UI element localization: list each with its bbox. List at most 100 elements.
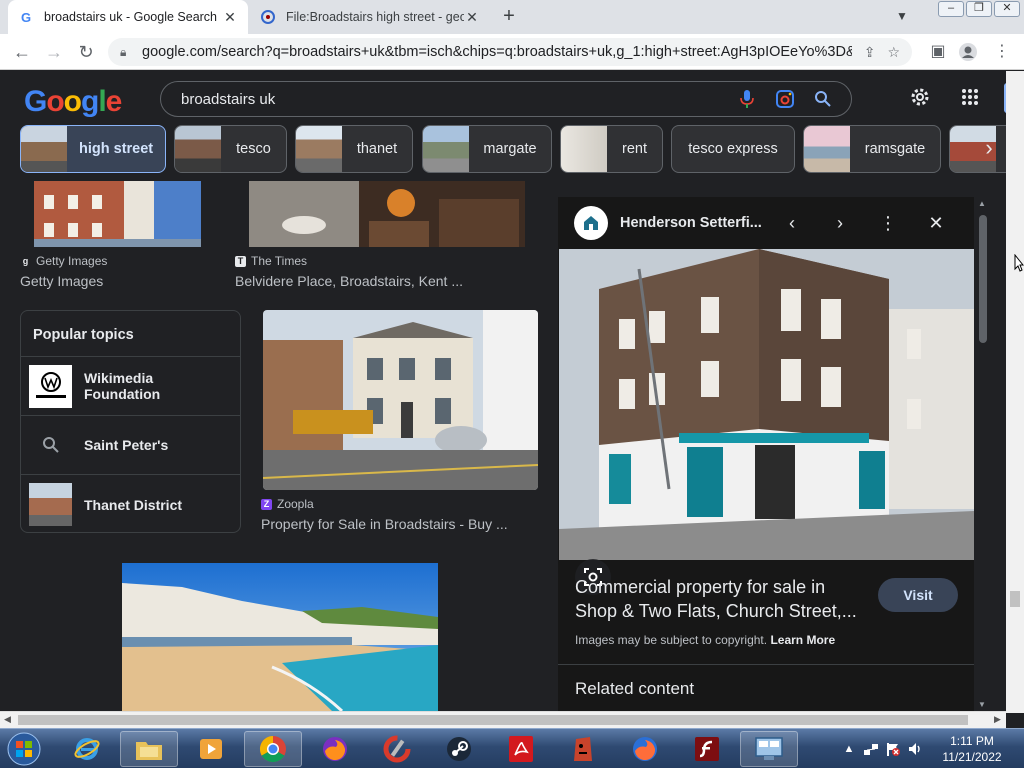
- network-icon[interactable]: [862, 740, 880, 758]
- visit-button[interactable]: Visit: [878, 578, 958, 612]
- internet-explorer-icon[interactable]: [58, 731, 116, 767]
- close-tab-icon[interactable]: ✕: [464, 9, 480, 26]
- show-hidden-icons-icon[interactable]: ▲: [840, 740, 858, 758]
- address-bar[interactable]: 🔒︎ google.com/search?q=broadstairs+uk&tb…: [108, 38, 912, 66]
- search-icon: [29, 424, 72, 467]
- topic-thanet-district[interactable]: Thanet District: [21, 475, 240, 534]
- topic-wikimedia-foundation[interactable]: Wikimedia Foundation: [21, 357, 240, 416]
- file-explorer-icon[interactable]: [120, 731, 178, 767]
- system-clock[interactable]: 1:11 PM 11/21/2022: [930, 733, 1014, 765]
- acrobat-reader-icon[interactable]: [492, 731, 550, 767]
- google-lens-icon[interactable]: [773, 87, 797, 111]
- chip-thumbnail: [561, 126, 607, 172]
- chevron-left-icon[interactable]: ‹: [780, 211, 804, 235]
- result-source-getty[interactable]: g Getty Images: [20, 254, 107, 268]
- chip-thumbnail: [21, 126, 67, 172]
- new-tab-button[interactable]: +: [498, 6, 520, 28]
- ccleaner-icon[interactable]: [368, 731, 426, 767]
- side-panel-icon[interactable]: ▣: [928, 42, 948, 62]
- chip-tesco[interactable]: tesco: [174, 125, 287, 173]
- result-title-getty[interactable]: Getty Images: [20, 273, 103, 289]
- related-content-heading: Related content: [575, 679, 695, 698]
- divider: [558, 664, 974, 665]
- chevron-right-icon[interactable]: ›: [828, 211, 852, 235]
- result-image-times[interactable]: [249, 181, 525, 247]
- result-source-zoopla[interactable]: Z Zoopla: [261, 497, 314, 511]
- topic-label: Wikimedia Foundation: [84, 370, 161, 402]
- result-title-times[interactable]: Belvidere Place, Broadstairs, Kent ...: [235, 273, 463, 289]
- tab-title: broadstairs uk - Google Search: [44, 10, 218, 24]
- flash-player-icon[interactable]: [678, 731, 736, 767]
- topic-saint-peters[interactable]: Saint Peter's: [21, 416, 240, 475]
- bookmark-star-icon[interactable]: ☆: [887, 44, 900, 61]
- restore-button[interactable]: ❐: [966, 1, 992, 17]
- chrome-menu-icon[interactable]: ⋮: [992, 42, 1012, 62]
- chevron-right-icon[interactable]: ›: [974, 133, 1004, 163]
- chrome-icon[interactable]: [244, 731, 302, 767]
- preview-site-name[interactable]: Henderson Setterfi...: [620, 215, 770, 231]
- tab-wikimedia-file[interactable]: File:Broadstairs high street - geog ✕: [250, 0, 490, 34]
- search-input[interactable]: [181, 90, 721, 108]
- microphone-icon[interactable]: [735, 87, 759, 111]
- chip-thanet[interactable]: thanet: [295, 125, 413, 173]
- chip-thumbnail: [423, 126, 469, 172]
- action-center-flag-icon[interactable]: [884, 740, 902, 758]
- chip-thumbnail: [175, 126, 221, 172]
- google-g-icon: G: [20, 9, 32, 25]
- minimize-button[interactable]: –: [938, 1, 964, 17]
- firefox-icon[interactable]: [306, 731, 364, 767]
- tab-google-search[interactable]: G broadstairs uk - Google Search ✕: [8, 0, 248, 34]
- settings-gear-icon[interactable]: [908, 85, 932, 109]
- filter-chips: high street tesco thanet margate rent te…: [20, 125, 1010, 173]
- learn-more-link[interactable]: Learn More: [770, 633, 835, 647]
- chip-rent[interactable]: rent: [560, 125, 663, 173]
- result-title-zoopla[interactable]: Property for Sale in Broadstairs - Buy .…: [261, 516, 508, 532]
- chip-high-street[interactable]: high street: [20, 125, 166, 173]
- preview-image[interactable]: [559, 249, 974, 595]
- preview-title[interactable]: Commercial property for sale in Shop & T…: [575, 575, 865, 623]
- tab-search-chevron-icon[interactable]: ▼: [896, 9, 908, 23]
- browser-toolbar: ← → ↻ 🔒︎ google.com/search?q=broadstairs…: [0, 34, 1024, 70]
- chip-ramsgate[interactable]: ramsgate: [803, 125, 941, 173]
- close-tab-icon[interactable]: ✕: [222, 9, 238, 26]
- getty-images-icon: g: [20, 255, 31, 267]
- result-image-zoopla[interactable]: [263, 310, 538, 490]
- chip-margate[interactable]: margate: [422, 125, 552, 173]
- preview-scrollbar[interactable]: ▲ ▼: [975, 197, 991, 711]
- result-source-times[interactable]: T The Times: [235, 254, 307, 268]
- search-box[interactable]: [160, 81, 852, 117]
- reload-icon[interactable]: ↻: [76, 42, 96, 62]
- thanet-thumbnail: [29, 483, 72, 526]
- scrollbar-thumb[interactable]: [1010, 591, 1020, 607]
- copyright-notice: Images may be subject to copyright. Lear…: [575, 633, 836, 647]
- back-arrow-icon[interactable]: ←: [12, 42, 32, 62]
- scrollbar-thumb[interactable]: [979, 215, 987, 343]
- page-scrollbar[interactable]: [1006, 71, 1024, 713]
- result-image-getty[interactable]: [34, 181, 201, 247]
- search-icon[interactable]: [811, 87, 835, 111]
- horizontal-scrollbar[interactable]: ◀ ▶: [0, 711, 1006, 728]
- forward-arrow-icon[interactable]: →: [44, 42, 64, 62]
- start-button[interactable]: [2, 730, 46, 768]
- network-window-icon[interactable]: [740, 731, 798, 767]
- site-favicon-icon: [574, 206, 608, 240]
- firefox-developer-icon[interactable]: [616, 731, 674, 767]
- share-icon[interactable]: ⇪: [864, 44, 876, 61]
- game-character-icon[interactable]: [554, 731, 612, 767]
- close-window-button[interactable]: ✕: [994, 1, 1020, 17]
- chip-tesco-express[interactable]: tesco express: [671, 125, 795, 173]
- scrollbar-thumb[interactable]: [18, 715, 968, 725]
- steam-icon[interactable]: [430, 731, 488, 767]
- apps-grid-icon[interactable]: [958, 85, 982, 109]
- media-player-icon[interactable]: [182, 731, 240, 767]
- topic-label: Thanet District: [84, 496, 183, 513]
- wikimedia-logo-icon: [29, 364, 72, 408]
- volume-icon[interactable]: [906, 740, 924, 758]
- more-options-icon[interactable]: ⋮: [876, 211, 900, 235]
- profile-avatar-icon[interactable]: [958, 42, 978, 62]
- close-icon[interactable]: ✕: [924, 211, 948, 235]
- the-times-icon: T: [235, 255, 246, 267]
- result-image-beach[interactable]: [122, 563, 438, 711]
- tab-title: File:Broadstairs high street - geog: [286, 10, 464, 24]
- google-doodle-logo[interactable]: Google: [24, 85, 122, 119]
